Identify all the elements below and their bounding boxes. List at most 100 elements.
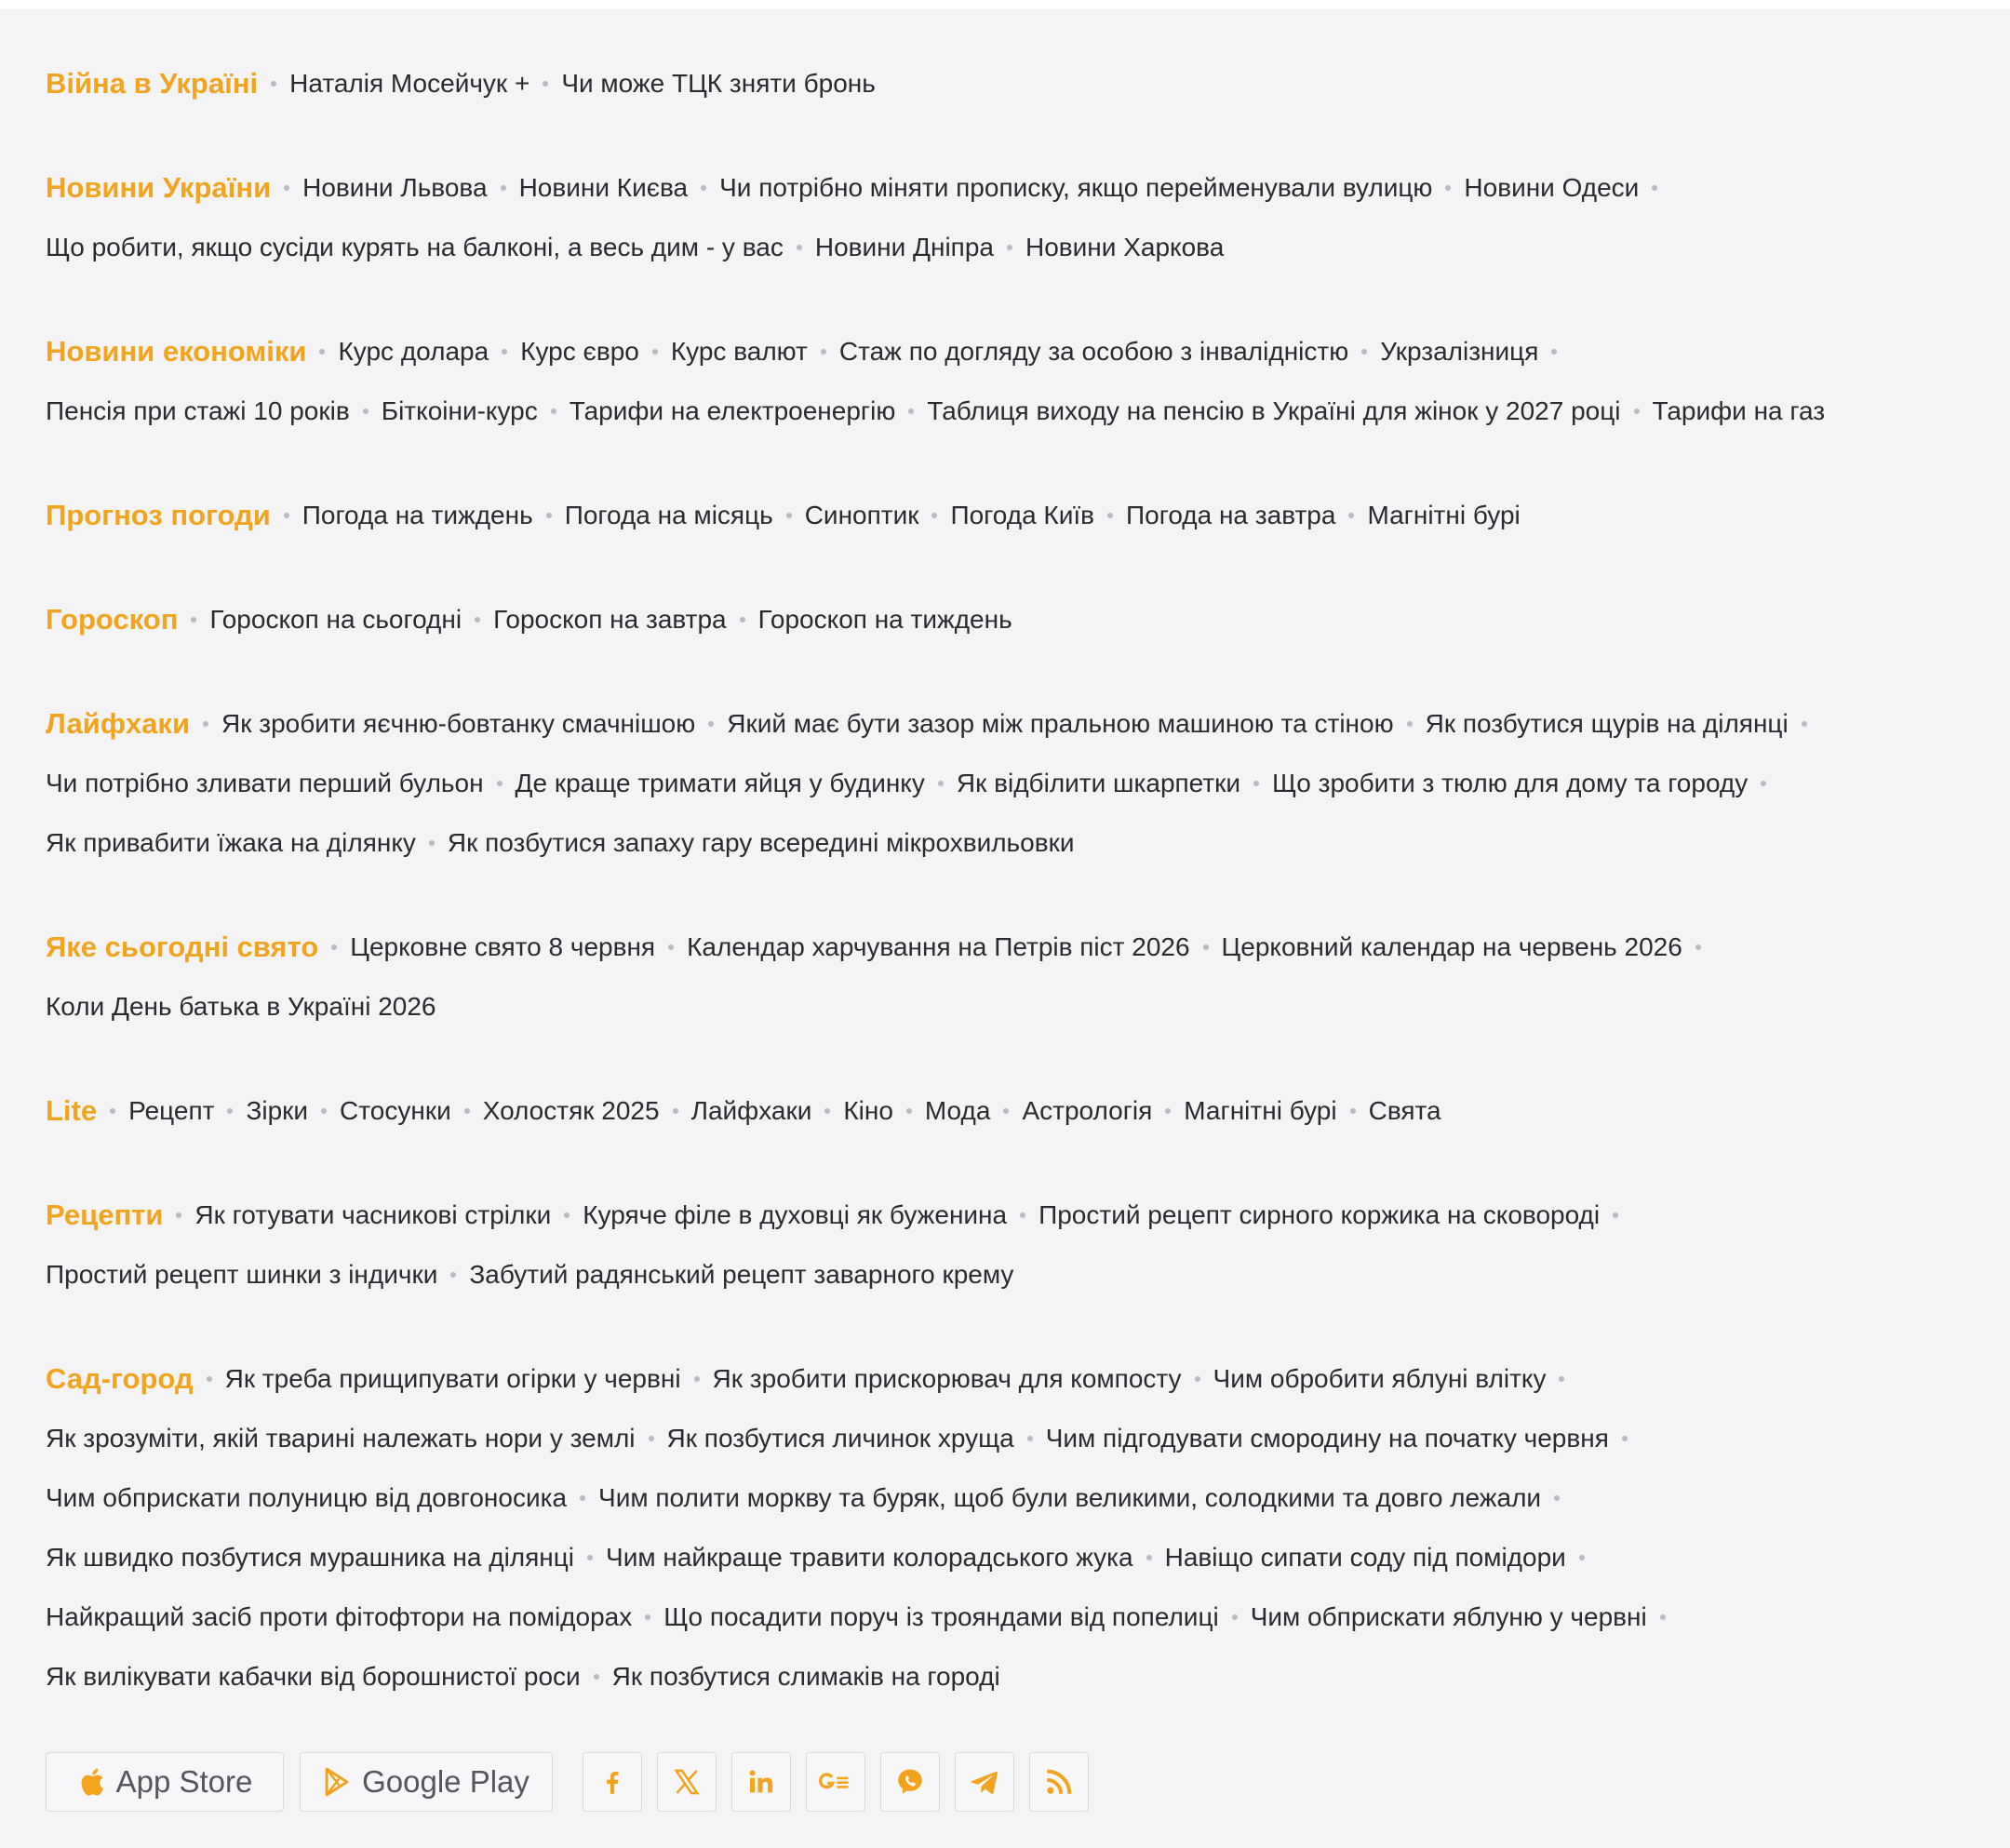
google-play-button[interactable]: Google Play (300, 1752, 553, 1812)
topic-link[interactable]: Чим підгодувати смородину на початку чер… (1046, 1424, 1609, 1453)
category-title-link[interactable]: Війна в Україні (46, 67, 258, 100)
topic-link[interactable]: Тарифи на газ (1653, 396, 1826, 426)
topic-link[interactable]: Простий рецепт сирного коржика на сковор… (1038, 1200, 1600, 1230)
topic-link[interactable]: Як зробити прискорювач для компосту (713, 1364, 1182, 1394)
category-title-link[interactable]: Сад-город (46, 1362, 194, 1396)
topic-link[interactable]: Новини Одеси (1464, 173, 1639, 203)
topic-link[interactable]: Де краще тримати яйця у будинку (516, 769, 925, 798)
topic-link[interactable]: Церковний календар на червень 2026 (1222, 932, 1682, 962)
viber-icon (898, 1769, 922, 1794)
topic-link[interactable]: Як треба прищипувати огірки у червні (225, 1364, 681, 1394)
topic-link[interactable]: Синоптик (805, 501, 919, 530)
topic-link[interactable]: Новини Львова (302, 173, 487, 203)
topic-link[interactable]: Чим полити моркву та буряк, щоб були вел… (598, 1483, 1541, 1513)
topic-link[interactable]: Наталія Мосейчук + (289, 69, 529, 99)
topic-link[interactable]: Холостяк 2025 (483, 1096, 660, 1126)
topic-link[interactable]: Як позбутися личинок хруща (667, 1424, 1014, 1453)
topic-link[interactable]: Гороскоп на завтра (493, 605, 727, 635)
topic-link[interactable]: Зірки (246, 1096, 308, 1126)
topic-link[interactable]: Що зробити з тюлю для дому та городу (1272, 769, 1748, 798)
topic-link[interactable]: Як позбутися слимаків на городі (612, 1662, 1000, 1692)
rss-button[interactable] (1029, 1752, 1089, 1812)
category-title-link[interactable]: Новини України (46, 171, 271, 205)
topic-link[interactable]: Чи потрібно зливати перший бульон (46, 769, 484, 798)
separator-dot (284, 185, 290, 191)
topic-link[interactable]: Пенсія при стажі 10 років (46, 396, 350, 426)
topic-link[interactable]: Як зробити яєчню-бовтанку смачнішою (221, 709, 695, 739)
topic-link[interactable]: Чим обприскати яблуню у червні (1251, 1602, 1647, 1632)
topic-link[interactable]: Як відбілити шкарпетки (957, 769, 1240, 798)
topic-link[interactable]: Новини Дніпра (815, 233, 994, 262)
topic-link[interactable]: Як готувати часникові стрілки (194, 1200, 551, 1230)
topic-link[interactable]: Погода на місяць (565, 501, 773, 530)
topic-link[interactable]: Чи потрібно міняти прописку, якщо перейм… (719, 173, 1432, 203)
category-title-link[interactable]: Lite (46, 1094, 97, 1128)
viber-button[interactable] (880, 1752, 940, 1812)
topic-link[interactable]: Як позбутися запаху гару всередині мікро… (448, 828, 1075, 858)
topic-link[interactable]: Як швидко позбутися мурашника на ділянці (46, 1543, 574, 1573)
topic-link[interactable]: Як позбутися щурів на ділянці (1426, 709, 1789, 739)
x-button[interactable] (657, 1752, 717, 1812)
topic-link[interactable]: Магнітні бурі (1367, 501, 1520, 530)
topic-link[interactable]: Який має бути зазор між пральною машиною… (727, 709, 1393, 739)
topic-link[interactable]: Забутий радянський рецепт заварного крем… (469, 1260, 1013, 1290)
section-line: Гороскоп Гороскоп на сьогодні Гороскоп на … (46, 590, 1963, 649)
separator-dot (1659, 1614, 1666, 1620)
topic-link[interactable]: Свята (1369, 1096, 1441, 1126)
topic-link[interactable]: Курс долара (338, 337, 489, 367)
topic-link[interactable]: Магнітні бурі (1184, 1096, 1336, 1126)
topic-link[interactable]: Погода Київ (950, 501, 1094, 530)
topic-link[interactable]: Укрзалізниця (1380, 337, 1538, 367)
topic-link[interactable]: Що робити, якщо сусіди курять на балконі… (46, 233, 784, 262)
app-store-button[interactable]: App Store (46, 1752, 284, 1812)
topic-link[interactable]: Гороскоп на сьогодні (209, 605, 462, 635)
topic-link[interactable]: Гороскоп на тиждень (758, 605, 1012, 635)
topic-link[interactable]: Біткоіни-курс (382, 396, 538, 426)
topic-link[interactable]: Кіно (843, 1096, 893, 1126)
topic-link[interactable]: Як привабити їжака на ділянку (46, 828, 416, 858)
category-title-link[interactable]: Прогноз погоди (46, 499, 271, 532)
topic-link[interactable]: Що посадити поруч із трояндами від попел… (663, 1602, 1219, 1632)
separator-dot (1551, 349, 1558, 355)
topic-link[interactable]: Як зрозуміти, якій тварині належать нори… (46, 1424, 636, 1453)
topic-link[interactable]: Навіщо сипати соду під помідори (1165, 1543, 1566, 1573)
category-title-link[interactable]: Яке сьогодні свято (46, 931, 318, 964)
topic-link[interactable]: Чим обприскати полуницю від довгоносика (46, 1483, 567, 1513)
topic-link[interactable]: Погода на завтра (1126, 501, 1335, 530)
topic-link[interactable]: Куряче філе в духовці як буженина (583, 1200, 1007, 1230)
topic-link[interactable]: Мода (925, 1096, 991, 1126)
topic-link[interactable]: Рецепт (128, 1096, 214, 1126)
topic-link[interactable]: Астрологія (1022, 1096, 1152, 1126)
topic-link[interactable]: Новини Харкова (1025, 233, 1224, 262)
topic-link[interactable]: Календар харчування на Петрів піст 2026 (687, 932, 1189, 962)
topic-link[interactable]: Стосунки (340, 1096, 451, 1126)
topic-link[interactable]: Погода на тиждень (302, 501, 533, 530)
topic-link[interactable]: Чим найкраще травити колорадського жука (606, 1543, 1133, 1573)
topic-link[interactable]: Курс євро (520, 337, 639, 367)
topic-link[interactable]: Курс валют (671, 337, 808, 367)
topic-link[interactable]: Таблиця виходу на пенсію в Україні для ж… (927, 396, 1620, 426)
separator-dot (206, 1376, 212, 1382)
linkedin-button[interactable] (731, 1752, 791, 1812)
category-title-link[interactable]: Лайфхаки (46, 707, 190, 741)
topic-link[interactable]: Новини Києва (519, 173, 689, 203)
google-news-button[interactable] (806, 1752, 865, 1812)
topic-link[interactable]: Як вилікувати кабачки від борошнистої ро… (46, 1662, 581, 1692)
topic-link[interactable]: Тарифи на електроенергію (570, 396, 896, 426)
category-title-link[interactable]: Новини економіки (46, 335, 306, 368)
telegram-button[interactable] (955, 1752, 1014, 1812)
topic-link[interactable]: Простий рецепт шинки з індички (46, 1260, 437, 1290)
separator-dot (450, 1272, 457, 1278)
topic-link[interactable]: Лайфхаки (691, 1096, 812, 1126)
category-title-link[interactable]: Рецепти (46, 1199, 163, 1232)
separator-dot (319, 349, 326, 355)
topic-link[interactable]: Коли День батька в Україні 2026 (46, 992, 436, 1022)
facebook-button[interactable] (583, 1752, 642, 1812)
topic-link[interactable]: Чим обробити яблуні влітку (1213, 1364, 1547, 1394)
separator-dot (1445, 185, 1452, 191)
category-title-link[interactable]: Гороскоп (46, 603, 178, 636)
topic-link[interactable]: Церковне свято 8 червня (350, 932, 655, 962)
topic-link[interactable]: Стаж по догляду за особою з інвалідністю (839, 337, 1348, 367)
topic-link[interactable]: Чи може ТЦК зняти бронь (561, 69, 876, 99)
topic-link[interactable]: Найкращий засіб проти фітофтори на помід… (46, 1602, 632, 1632)
